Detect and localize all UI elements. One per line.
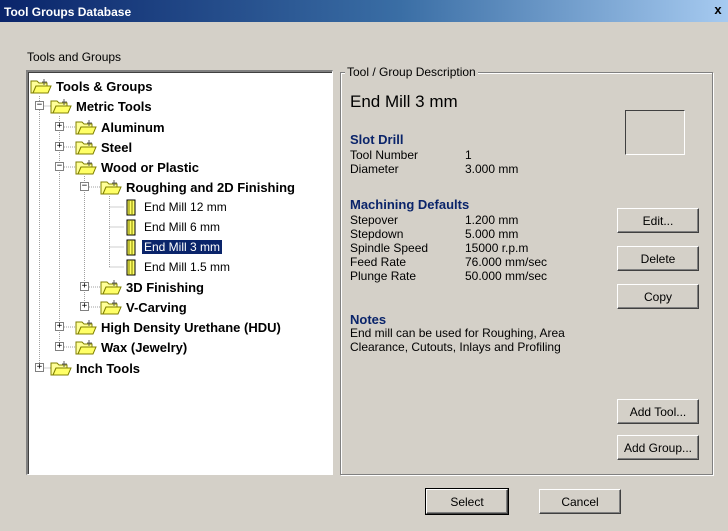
tree-section-label: Tools and Groups (27, 50, 122, 64)
tree-item-inch-tools[interactable]: Inch Tools (50, 358, 142, 378)
tree-item-wood-or-plastic[interactable]: Wood or Plastic (75, 157, 201, 177)
folder-tools-icon (100, 299, 122, 314)
folder-tools-icon (75, 159, 97, 174)
add-group-button[interactable]: Add Group... (617, 435, 699, 460)
expand-inch-toggle[interactable]: + (35, 363, 44, 372)
tree-item-aluminum[interactable]: Aluminum (75, 117, 167, 137)
folder-tools-icon (75, 339, 97, 354)
notes-heading: Notes (350, 312, 387, 327)
tree-item-label: End Mill 3 mm (140, 239, 224, 255)
folder-tools-icon (100, 179, 122, 194)
tree-item-label: End Mill 12 mm (144, 200, 227, 214)
tree-item-label: 3D Finishing (126, 279, 204, 295)
copy-button[interactable]: Copy (617, 284, 699, 309)
tree-item-label: Wood or Plastic (101, 159, 199, 175)
feed-rate-value: 76.000 mm/sec (465, 255, 548, 269)
select-button[interactable]: Select (425, 488, 509, 515)
end-mill-icon (126, 239, 136, 255)
description-group-title: Tool / Group Description (345, 65, 478, 79)
delete-button[interactable]: Delete (617, 246, 699, 271)
tree-item-label: V-Carving (126, 299, 187, 315)
tree-item-label: End Mill 1.5 mm (144, 260, 231, 274)
cancel-button[interactable]: Cancel (539, 489, 621, 514)
diameter-value: 3.000 mm (465, 162, 519, 176)
plunge-rate-value: 50.000 mm/sec (465, 269, 548, 283)
folder-tools-icon (75, 139, 97, 154)
folder-tools-icon (100, 279, 122, 294)
feed-rate-label: Feed Rate (350, 255, 407, 269)
machining-defaults-heading: Machining Defaults (350, 197, 470, 212)
tree-item-label: Aluminum (101, 119, 165, 135)
plunge-rate-label: Plunge Rate (350, 269, 417, 283)
folder-tools-icon (50, 360, 72, 375)
tree-item-label: Steel (101, 139, 133, 155)
tree-item-label: Tools & Groups (56, 78, 153, 94)
stepover-value: 1.200 mm (465, 213, 519, 227)
edit-button[interactable]: Edit... (617, 208, 699, 233)
collapse-roughing-toggle[interactable]: − (80, 182, 89, 191)
tree-item-roughing-2d-finishing[interactable]: Roughing and 2D Finishing (100, 177, 297, 197)
tree-item-label: End Mill 6 mm (144, 220, 221, 234)
notes-text: End mill can be used for Roughing, Area … (350, 326, 565, 354)
end-mill-icon (126, 259, 136, 275)
end-mill-icon (126, 199, 136, 215)
stepdown-label: Stepdown (350, 227, 404, 241)
tree-item-label: Wax (Jewelry) (101, 339, 188, 355)
spindle-speed-value: 15000 r.p.m (465, 241, 529, 255)
tree-item-label: Inch Tools (76, 360, 141, 376)
folder-tools-icon (75, 319, 97, 334)
tree-item-3d-finishing[interactable]: 3D Finishing (100, 277, 206, 297)
tree-item-end-mill-12mm[interactable]: End Mill 12 mm (125, 197, 229, 217)
folder-tools-icon (50, 98, 72, 113)
expand-wax-toggle[interactable]: + (55, 342, 64, 351)
tree-item-end-mill-3mm[interactable]: End Mill 3 mm (125, 237, 224, 257)
tool-number-label: Tool Number (350, 148, 419, 162)
collapse-wood-toggle[interactable]: − (55, 162, 64, 171)
tree-item-end-mill-1-5mm[interactable]: End Mill 1.5 mm (125, 257, 232, 277)
end-mill-icon (126, 219, 136, 235)
tree-item-label: Metric Tools (76, 98, 152, 114)
stepdown-value: 5.000 mm (465, 227, 519, 241)
title-bar: Tool Groups Database x (0, 0, 728, 22)
tool-name: End Mill 3 mm (350, 92, 458, 111)
collapse-metric-toggle[interactable]: − (35, 101, 44, 110)
expand-3d-finishing-toggle[interactable]: + (80, 282, 89, 291)
tree-item-v-carving[interactable]: V-Carving (100, 297, 189, 317)
window-title: Tool Groups Database (4, 5, 132, 19)
tree-item-metric-tools[interactable]: Metric Tools (50, 96, 154, 116)
folder-tools-icon (30, 78, 52, 93)
tool-type-heading: Slot Drill (350, 132, 404, 147)
tool-preview (625, 110, 685, 155)
diameter-label: Diameter (350, 162, 399, 176)
expand-hdu-toggle[interactable]: + (55, 322, 64, 331)
tree-item-label: Roughing and 2D Finishing (126, 179, 295, 195)
expand-steel-toggle[interactable]: + (55, 142, 64, 151)
expand-aluminum-toggle[interactable]: + (55, 122, 64, 131)
tree-item-wax-jewelry[interactable]: Wax (Jewelry) (75, 337, 189, 357)
spindle-speed-label: Spindle Speed (350, 241, 429, 255)
folder-tools-icon (75, 119, 97, 134)
tree-item-steel[interactable]: Steel (75, 137, 134, 157)
expand-v-carving-toggle[interactable]: + (80, 302, 89, 311)
tool-number-value: 1 (465, 148, 472, 162)
tree-item-label: High Density Urethane (HDU) (101, 319, 281, 335)
add-tool-button[interactable]: Add Tool... (617, 399, 699, 424)
tree-item-end-mill-6mm[interactable]: End Mill 6 mm (125, 217, 222, 237)
tools-tree[interactable]: − + + − − + + + + + Tools & Groups Metri… (26, 70, 333, 475)
tree-item-tools-and-groups[interactable]: Tools & Groups (30, 76, 155, 96)
stepover-label: Stepover (350, 213, 399, 227)
close-icon[interactable]: x (710, 3, 726, 17)
tree-item-hdu[interactable]: High Density Urethane (HDU) (75, 317, 283, 337)
